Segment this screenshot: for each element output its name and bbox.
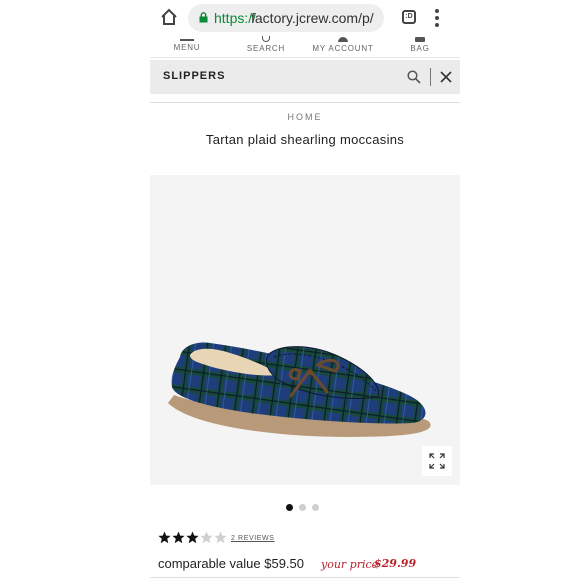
nav-search-label: SEARCH [246,44,286,53]
star-empty-icon [200,531,213,544]
account-icon [338,37,348,42]
site-nav: MENU SEARCH MY ACCOUNT BAG [150,36,460,58]
reviews-link[interactable]: 2 REVIEWS [231,535,275,542]
search-input[interactable]: SLIPPERS [150,60,460,94]
url-text: factory.jcrew.com/p/ [251,10,374,26]
search-divider [430,68,431,86]
breadcrumb[interactable]: HOME [150,112,460,122]
comparable-value: comparable value $59.50 [158,556,304,571]
expand-image-button[interactable] [422,446,452,476]
nav-search-button[interactable]: SEARCH [238,36,294,58]
home-icon[interactable] [160,8,178,26]
bag-icon [415,37,425,42]
star-filled-icon [158,531,171,544]
menu-icon [180,39,194,41]
star-filled-icon [186,531,199,544]
your-price-label: your price [321,558,379,571]
divider [150,102,460,103]
your-price-value: $29.99 [374,557,417,570]
url-scheme: https:// [214,10,257,26]
nav-menu-label: MENU [173,43,201,52]
pagination-dot[interactable] [312,504,319,511]
pagination-dot[interactable] [299,504,306,511]
divider [150,577,460,578]
search-icon[interactable] [407,70,421,84]
nav-bag-button[interactable]: BAG [400,36,440,58]
more-vert-icon[interactable] [435,9,439,27]
tabs-icon[interactable]: :D [402,10,416,24]
moccasin-image [168,342,431,437]
close-icon[interactable] [440,71,452,83]
product-title: Tartan plaid shearling moccasins [205,132,405,147]
address-bar[interactable]: https:// factory.jcrew.com/p/ [188,4,384,32]
pagination-dot[interactable] [286,504,293,511]
expand-icon [429,453,445,469]
lock-icon [199,12,208,23]
nav-search-icon [262,36,270,42]
product-image[interactable] [150,175,460,485]
star-filled-icon [172,531,185,544]
nav-menu-button[interactable]: MENU [162,36,212,58]
nav-account-button[interactable]: MY ACCOUNT [308,36,378,58]
star-empty-icon [214,531,227,544]
search-query: SLIPPERS [163,70,226,82]
nav-account-label: MY ACCOUNT [312,44,374,53]
browser-toolbar: https:// factory.jcrew.com/p/ :D [150,0,460,36]
nav-bag-label: BAG [410,44,430,53]
